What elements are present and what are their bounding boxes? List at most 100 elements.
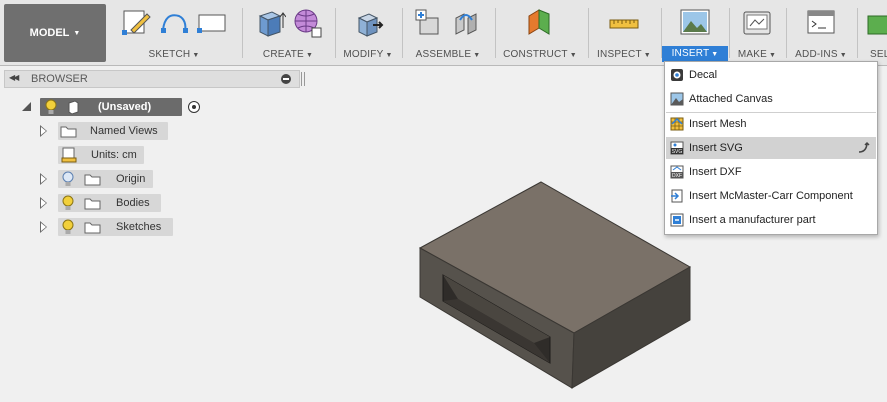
folder-icon [84, 174, 101, 186]
form-grid-icon[interactable] [290, 6, 324, 40]
lightbulb-off-icon[interactable] [61, 171, 75, 187]
chevron-down-icon: ▼ [73, 29, 81, 37]
tree-row-units[interactable]: Units: cm [58, 146, 148, 164]
tree-item[interactable]: Named Views [58, 122, 168, 140]
create-group[interactable]: CREATE ▼ [246, 4, 330, 62]
expand-triangle-icon[interactable] [40, 221, 47, 233]
scripts-icon[interactable] [804, 6, 838, 40]
select-icon[interactable] [860, 6, 887, 40]
sketch-label: SKETCH [148, 49, 191, 60]
menu-item-label: Insert DXF [689, 166, 742, 178]
svg-icon: SVG [670, 141, 684, 155]
new-component-icon[interactable] [412, 6, 446, 40]
menu-item-attached-canvas[interactable]: Attached Canvas [666, 88, 876, 110]
construct-label: CONSTRUCT [503, 49, 568, 60]
add-ins-label: ADD-INS [795, 49, 838, 60]
chevron-down-icon: ▼ [569, 52, 577, 59]
insert-image-icon[interactable] [678, 6, 712, 40]
menu-item-label: Decal [689, 69, 718, 81]
body-3d-model[interactable] [410, 175, 700, 395]
construct-group[interactable]: CONSTRUCT ▼ [498, 4, 582, 62]
tree-item[interactable]: Bodies [58, 194, 161, 212]
menu-item-insert-svg[interactable]: SVG Insert SVG [666, 137, 876, 159]
expanded-triangle-icon[interactable] [22, 102, 31, 111]
measure-icon[interactable] [607, 6, 641, 40]
toolbar: MODEL ▼ SKETCH ▼ CREATE ▼ MODIFY ▼ ASSEMBLE [0, 0, 887, 66]
menu-item-insert-dxf[interactable]: DXF Insert DXF [666, 161, 876, 183]
expand-triangle-icon[interactable] [40, 197, 47, 209]
divider [588, 8, 589, 58]
menu-item-insert-mcmaster[interactable]: Insert McMaster-Carr Component [666, 185, 876, 207]
box-extrude-icon[interactable] [252, 6, 286, 40]
resize-grip-icon[interactable] [301, 72, 305, 86]
lightbulb-icon[interactable] [44, 99, 58, 115]
tree-item-label: Bodies [116, 197, 150, 209]
chevron-down-icon: ▼ [192, 52, 200, 59]
divider [495, 8, 496, 58]
chevron-down-icon: ▼ [839, 52, 847, 59]
press-pull-icon[interactable] [351, 6, 385, 40]
root-component[interactable]: (Unsaved) [40, 98, 182, 116]
assemble-label: ASSEMBLE [415, 49, 472, 60]
tree-row-bodies[interactable]: Bodies [38, 194, 163, 212]
chevron-down-icon: ▼ [473, 52, 481, 59]
rectangle-icon[interactable] [195, 6, 229, 40]
menu-item-insert-manufacturer-part[interactable]: Insert a manufacturer part [666, 209, 876, 231]
modify-label: MODIFY [343, 49, 384, 60]
menu-item-label: Insert a manufacturer part [689, 214, 816, 226]
mcmaster-icon [671, 189, 683, 203]
menu-item-label: Attached Canvas [689, 93, 773, 105]
sketch-group[interactable]: SKETCH ▼ [112, 4, 236, 62]
plane-icon[interactable] [523, 6, 557, 40]
joint-icon[interactable] [450, 6, 484, 40]
inspect-group[interactable]: INSPECT ▼ [592, 4, 656, 62]
add-ins-group[interactable]: ADD-INS ▼ [790, 4, 852, 62]
tree-row-named-views[interactable]: Named Views [38, 122, 168, 140]
browser-title: BROWSER [31, 73, 88, 85]
tree-item[interactable]: Units: cm [58, 146, 144, 164]
tree-item[interactable]: Origin [58, 170, 153, 188]
root-label: (Unsaved) [98, 101, 152, 113]
browser-header[interactable]: ◀◀ BROWSER [4, 70, 305, 88]
expand-triangle-icon[interactable] [40, 173, 47, 185]
tree-item-label: Named Views [90, 125, 158, 137]
tree-row-sketches[interactable]: Sketches [38, 218, 178, 236]
tree-item-label: Sketches [116, 221, 162, 233]
modify-group[interactable]: MODIFY ▼ [338, 4, 398, 62]
tree-item[interactable]: Sketches [58, 218, 173, 236]
decal-icon [671, 69, 683, 81]
select-label: SEL [870, 49, 887, 60]
lightbulb-icon[interactable] [61, 195, 75, 211]
menu-item-label: Insert Mesh [689, 118, 747, 130]
select-group[interactable]: SEL [860, 4, 887, 62]
mesh-icon [670, 117, 684, 131]
expand-triangle-icon[interactable] [40, 125, 47, 137]
help-arrow-icon [858, 141, 870, 153]
menu-item-decal[interactable]: Decal [666, 64, 876, 86]
divider [242, 8, 243, 58]
insert-group[interactable]: INSERT ▼ [662, 4, 728, 62]
print-3d-icon[interactable] [740, 6, 774, 40]
divider [857, 8, 858, 58]
make-group[interactable]: MAKE ▼ [732, 4, 782, 62]
tree-item-label: Origin [116, 173, 146, 185]
tree-row-root[interactable]: (Unsaved) [20, 98, 200, 116]
chevron-down-icon: ▼ [711, 51, 719, 58]
collapse-icon[interactable]: ◀◀ [9, 73, 19, 82]
folder-icon [84, 222, 101, 234]
insert-label: INSERT [671, 48, 710, 59]
arc-icon[interactable] [157, 6, 191, 40]
tree-row-origin[interactable]: Origin [38, 170, 158, 188]
activate-radio[interactable] [188, 101, 200, 113]
menu-item-insert-mesh[interactable]: Insert Mesh [666, 113, 876, 135]
workspace-label: MODEL [29, 27, 70, 39]
folder-icon [84, 198, 101, 210]
lightbulb-icon[interactable] [61, 219, 75, 235]
folder-icon [60, 126, 77, 138]
divider [786, 8, 787, 58]
workspace-model-button[interactable]: MODEL ▼ [4, 4, 106, 62]
component-icon [68, 100, 79, 115]
assemble-group[interactable]: ASSEMBLE ▼ [406, 4, 490, 62]
sketch-create-icon[interactable] [119, 6, 153, 40]
minimize-icon[interactable] [281, 74, 291, 84]
